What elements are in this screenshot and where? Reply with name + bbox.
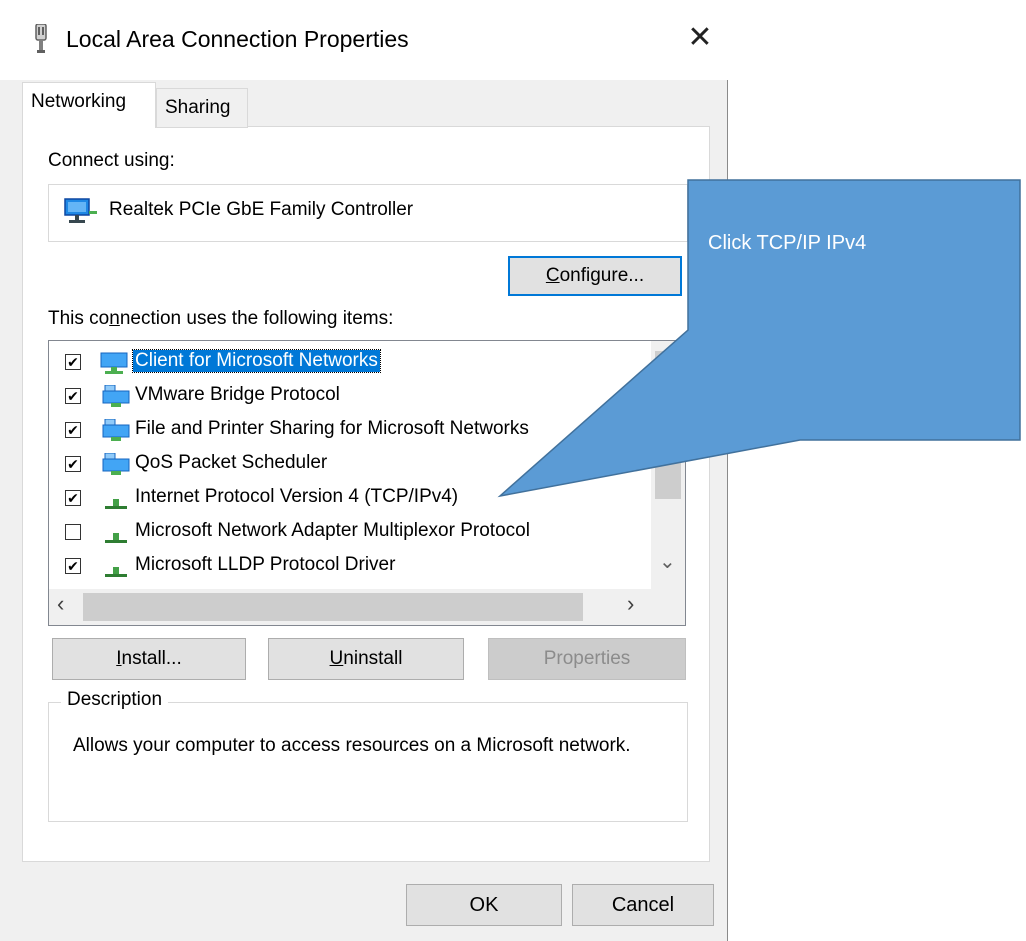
checkbox[interactable]: ✔ — [65, 456, 81, 472]
horizontal-scrollbar[interactable]: ‹ › — [49, 589, 685, 625]
item-label: QoS Packet Scheduler — [135, 452, 328, 473]
network-client-icon — [100, 352, 128, 374]
tab-networking[interactable]: Networking — [22, 82, 156, 128]
close-button[interactable]: ✕ — [680, 18, 720, 58]
callout-text: Click TCP/IP IPv4 — [708, 232, 867, 254]
checkbox[interactable]: ✔ — [65, 558, 81, 574]
items-label-accel: n — [109, 308, 120, 329]
configure-button[interactable]: Configure... — [508, 256, 682, 296]
item-label: Microsoft LLDP Protocol Driver — [135, 554, 396, 575]
ok-button[interactable]: OK — [406, 884, 562, 926]
network-service-icon — [102, 419, 130, 441]
properties-button[interactable]: Properties — [488, 638, 686, 680]
install-label: nstall... — [121, 648, 182, 669]
list-item-client[interactable]: ✔ Client for Microsoft Networks — [49, 347, 649, 379]
list-item-ipv4[interactable]: ✔ Internet Protocol Version 4 (TCP/IPv4) — [49, 483, 649, 515]
vertical-scroll-thumb[interactable] — [655, 351, 681, 499]
connect-using-label: Connect using: — [48, 150, 175, 171]
checkbox[interactable]: ✔ — [65, 422, 81, 438]
cancel-button[interactable]: Cancel — [572, 884, 714, 926]
configure-accel: C — [545, 265, 560, 286]
checkbox[interactable] — [65, 524, 81, 540]
items-label-rest: nection uses the following items: — [119, 308, 394, 329]
checkbox[interactable]: ✔ — [65, 388, 81, 404]
protocol-icon — [105, 567, 127, 577]
uninstall-button[interactable]: Uninstall — [268, 638, 464, 680]
uninstall-accel: U — [329, 648, 344, 669]
items-list[interactable]: ✔ Client for Microsoft Networks ✔ VMware… — [48, 340, 686, 626]
properties-dialog: Local Area Connection Properties ✕ Netwo… — [0, 0, 728, 941]
network-plug-icon — [35, 24, 47, 53]
horizontal-scroll-thumb[interactable] — [83, 593, 583, 621]
description-group: Description Allows your computer to acce… — [48, 689, 688, 822]
item-label: Internet Protocol Version 4 (TCP/IPv4) — [135, 486, 459, 507]
list-item-vmware-bridge[interactable]: ✔ VMware Bridge Protocol — [49, 381, 649, 413]
adapter-name: Realtek PCIe GbE Family Controller — [109, 199, 414, 220]
network-service-icon — [102, 453, 130, 475]
item-label: VMware Bridge Protocol — [135, 384, 340, 405]
list-item-multiplexor[interactable]: Microsoft Network Adapter Multiplexor Pr… — [49, 517, 649, 549]
checkbox[interactable]: ✔ — [65, 354, 81, 370]
network-adapter-icon — [64, 198, 97, 223]
item-label: Client for Microsoft Networks — [132, 349, 381, 373]
adapter-field: Realtek PCIe GbE Family Controller — [48, 184, 688, 242]
tab-sharing[interactable]: Sharing — [156, 88, 248, 128]
checkbox[interactable]: ✔ — [65, 490, 81, 506]
list-item-qos[interactable]: ✔ QoS Packet Scheduler — [49, 449, 649, 481]
list-item-lldp[interactable]: ✔ Microsoft LLDP Protocol Driver — [49, 551, 649, 583]
items-label-prefix: This co — [48, 308, 110, 329]
scroll-left-icon[interactable]: ‹ — [57, 591, 64, 617]
configure-label: onfigure... — [559, 265, 645, 286]
title-bar: Local Area Connection Properties ✕ — [0, 0, 728, 80]
install-button[interactable]: Install... — [52, 638, 246, 680]
list-item-file-printer-sharing[interactable]: ✔ File and Printer Sharing for Microsoft… — [49, 415, 649, 447]
item-label: Microsoft Network Adapter Multiplexor Pr… — [135, 520, 530, 541]
dialog-title: Local Area Connection Properties — [66, 26, 409, 52]
vertical-scrollbar[interactable]: ⌄ — [651, 341, 685, 589]
uninstall-label: ninstall — [343, 648, 403, 669]
scroll-right-icon[interactable]: › — [627, 591, 634, 617]
network-service-icon — [102, 385, 130, 407]
scroll-down-icon[interactable]: ⌄ — [659, 549, 676, 574]
description-text: Allows your computer to access resources… — [73, 735, 631, 756]
protocol-icon — [105, 499, 127, 509]
items-label: This connection uses the following items… — [48, 308, 393, 330]
protocol-icon — [105, 533, 127, 543]
item-label: File and Printer Sharing for Microsoft N… — [135, 418, 529, 439]
description-legend: Description — [61, 689, 169, 711]
